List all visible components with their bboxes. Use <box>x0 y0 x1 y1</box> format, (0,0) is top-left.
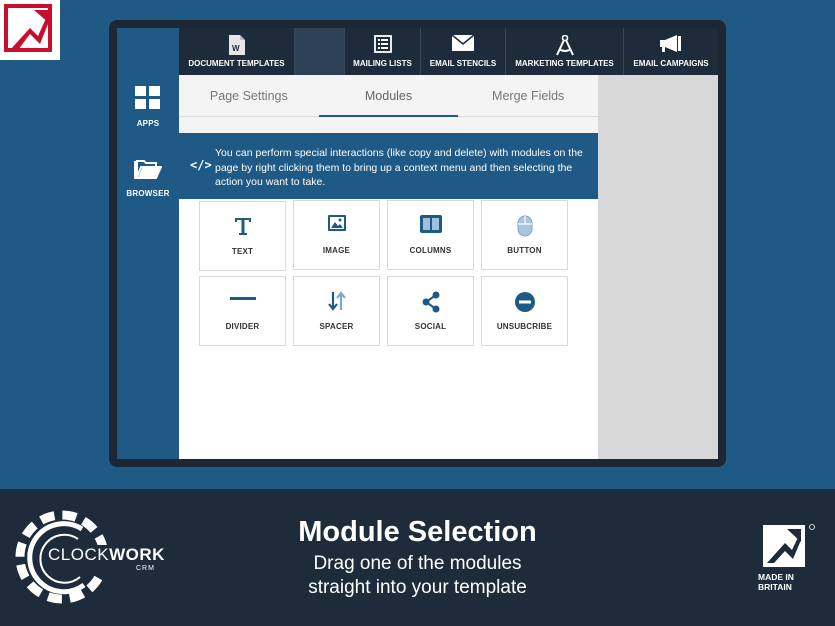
module-label: TEXT <box>231 247 254 256</box>
tab-merge-fields[interactable]: Merge Fields <box>458 75 598 116</box>
nav-email-campaigns[interactable]: EMAIL CAMPAIGNS <box>624 28 718 75</box>
megaphone-icon <box>660 35 681 52</box>
info-text: You can perform special interactions (li… <box>215 147 583 188</box>
minus-circle-icon <box>514 292 535 312</box>
tab-modules[interactable]: Modules <box>318 75 459 117</box>
svg-text:W: W <box>232 44 240 53</box>
app-screen: APPS BROWSER W DOCUMENT TEMPLATES MAILIN… <box>117 28 718 459</box>
badge-line-1: MADE IN <box>758 572 794 582</box>
module-social[interactable]: SOCIAL <box>387 276 474 346</box>
module-button[interactable]: BUTTON <box>481 200 568 270</box>
module-label: SOCIAL <box>414 322 447 331</box>
module-text[interactable]: TEXT <box>199 201 286 271</box>
module-unsubscribe[interactable]: UNSUBCRIBE <box>481 276 568 346</box>
rail-item-browser[interactable]: BROWSER <box>117 158 179 198</box>
editor-side-panel: Page Settings Modules Merge Fields </> Y… <box>179 75 598 459</box>
app-rail: APPS BROWSER <box>117 28 179 459</box>
columns-icon <box>419 215 442 233</box>
brand-part-1: CLOCK <box>48 545 110 564</box>
rail-browser-label: BROWSER <box>126 189 170 198</box>
panel-tabs: Page Settings Modules Merge Fields <box>179 75 598 117</box>
nav-label: DOCUMENT TEMPLATES <box>188 59 285 68</box>
word-document-icon: W <box>228 35 245 55</box>
envelope-icon <box>452 35 474 51</box>
module-divider[interactable]: DIVIDER <box>199 276 286 346</box>
canvas-preview-area <box>598 75 718 459</box>
compass-icon <box>555 35 574 56</box>
nav-email-stencils[interactable]: EMAIL STENCILS <box>421 28 506 75</box>
clockwork-wordmark: CLOCKWORK <box>48 545 165 565</box>
made-in-britain-text: MADE IN BRITAIN <box>758 572 818 592</box>
module-label: UNSUBCRIBE <box>496 322 553 331</box>
divider-icon <box>229 297 256 300</box>
modules-area: TEXT IMAGE COLUMNS BUTTON DIVIDER SPACER… <box>179 199 598 459</box>
top-navigation: W DOCUMENT TEMPLATES MAILING LISTS EMAIL… <box>179 28 718 75</box>
made-in-britain-corner-logo <box>0 0 60 60</box>
rail-apps-label: APPS <box>136 119 160 128</box>
nav-label: EMAIL CAMPAIGNS <box>633 59 709 68</box>
nav-mailing-lists[interactable]: MAILING LISTS <box>345 28 421 75</box>
laptop-frame: APPS BROWSER W DOCUMENT TEMPLATES MAILIN… <box>109 20 726 467</box>
brand-suffix: CRM <box>136 565 155 572</box>
nav-marketing-templates[interactable]: MARKETING TEMPLATES <box>506 28 624 75</box>
module-label: DIVIDER <box>225 322 260 331</box>
module-columns[interactable]: COLUMNS <box>387 200 474 270</box>
grid-icon <box>135 86 160 109</box>
list-icon <box>373 35 392 53</box>
tab-page-settings[interactable]: Page Settings <box>179 75 319 116</box>
text-icon <box>234 218 251 235</box>
info-banner: </> You can perform special interactions… <box>179 133 598 199</box>
brand-part-2: WORK <box>109 545 165 564</box>
nav-document-templates[interactable]: W DOCUMENT TEMPLATES <box>179 28 295 75</box>
image-icon <box>327 215 346 231</box>
module-label: IMAGE <box>322 246 351 255</box>
module-image[interactable]: IMAGE <box>293 200 380 270</box>
nav-label: EMAIL STENCILS <box>429 59 497 68</box>
module-label: SPACER <box>319 322 354 331</box>
nav-label: MARKETING TEMPLATES <box>515 59 614 68</box>
module-label: BUTTON <box>507 246 542 255</box>
badge-line-2: BRITAIN <box>758 582 792 592</box>
rail-item-apps[interactable]: APPS <box>117 86 179 128</box>
module-label: COLUMNS <box>409 246 452 255</box>
spacer-arrows-icon <box>327 291 346 311</box>
folder-open-icon <box>134 160 163 179</box>
nav-label: MAILING LISTS <box>353 59 412 68</box>
share-icon <box>422 291 439 313</box>
nav-blank-item[interactable] <box>295 28 345 75</box>
code-icon: </> <box>190 158 212 172</box>
module-spacer[interactable]: SPACER <box>293 276 380 346</box>
mouse-icon <box>517 215 532 237</box>
